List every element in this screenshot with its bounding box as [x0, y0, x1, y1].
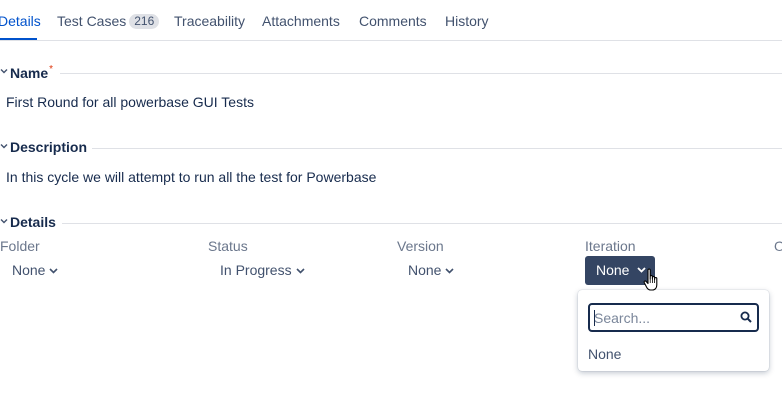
- description-section-title: Description: [10, 139, 88, 155]
- chevron-down-icon: [49, 268, 59, 274]
- version-value: None: [408, 262, 442, 278]
- chevron-down-icon: [445, 268, 455, 274]
- dropdown-search-box[interactable]: [588, 303, 759, 332]
- active-tab-indicator: [0, 38, 37, 40]
- details-section-header[interactable]: Details: [0, 214, 782, 232]
- tab-bar: Details Test Cases 216 Traceability Attac…: [0, 0, 782, 41]
- tab-traceability[interactable]: Traceability: [174, 13, 245, 29]
- iteration-dropdown: None: [578, 290, 769, 371]
- folder-value: None: [12, 262, 46, 278]
- required-indicator: *: [49, 64, 54, 75]
- next-field-label: O: [774, 238, 782, 254]
- tab-comments[interactable]: Comments: [359, 13, 427, 29]
- chevron-down-icon: [0, 69, 8, 74]
- name-value[interactable]: First Round for all powerbase GUI Tests: [6, 94, 254, 110]
- status-select[interactable]: In Progress: [220, 262, 305, 282]
- tab-attachments[interactable]: Attachments: [262, 13, 340, 29]
- iteration-label: Iteration: [585, 238, 636, 254]
- status-value: In Progress: [220, 262, 292, 278]
- section-divider: [60, 73, 782, 74]
- section-divider: [92, 148, 782, 149]
- status-label: Status: [208, 238, 248, 254]
- hand-pointer-cursor-icon: [643, 268, 658, 291]
- description-value[interactable]: In this cycle we will attempt to run all…: [6, 169, 376, 185]
- search-icon: [740, 311, 752, 323]
- tab-test-cases-label: Test Cases: [57, 13, 127, 29]
- folder-label: Folder: [0, 238, 40, 254]
- chevron-down-icon: [296, 268, 305, 274]
- version-label: Version: [397, 238, 444, 254]
- description-section-header[interactable]: Description: [0, 139, 782, 157]
- text-caret: [594, 310, 595, 326]
- chevron-down-icon: [0, 144, 8, 149]
- details-section-title: Details: [10, 214, 56, 230]
- version-select[interactable]: None: [408, 262, 455, 282]
- dropdown-option-none[interactable]: None: [588, 346, 621, 362]
- iteration-value: None: [596, 262, 630, 278]
- test-cases-count-badge: 216: [129, 14, 160, 29]
- dropdown-search-input[interactable]: [594, 308, 734, 328]
- folder-select[interactable]: None: [12, 262, 59, 282]
- name-section-title: Name*: [10, 64, 54, 81]
- tab-history[interactable]: History: [445, 13, 489, 29]
- section-divider: [62, 223, 782, 224]
- chevron-down-icon: [0, 219, 8, 224]
- tab-test-cases[interactable]: Test Cases 216: [57, 13, 160, 29]
- name-section-header[interactable]: Name*: [0, 64, 782, 82]
- tab-details[interactable]: Details: [0, 13, 41, 29]
